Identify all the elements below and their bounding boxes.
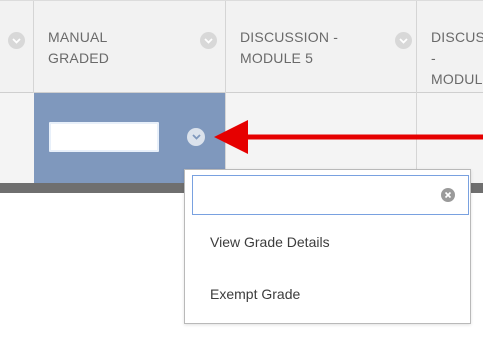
menu-search-box[interactable] <box>192 175 469 215</box>
column-header-manual-graded[interactable]: MANUAL GRADED <box>48 27 109 69</box>
menu-item-view-grade-details[interactable]: View Grade Details <box>210 233 330 251</box>
column-divider <box>416 1 417 94</box>
column-divider <box>225 1 226 94</box>
grade-cell-chevron-down-icon[interactable] <box>187 128 205 146</box>
column-menu-chevron-icon[interactable] <box>8 32 25 49</box>
menu-item-exempt-grade[interactable]: Exempt Grade <box>210 285 300 303</box>
arrow-annotation <box>214 120 483 154</box>
column-divider <box>33 1 34 94</box>
grid-header: MANUAL GRADED DISCUSSION - MODULE 5 DISC… <box>0 0 483 108</box>
manual-graded-chevron-down-icon[interactable] <box>200 32 217 49</box>
clear-icon[interactable] <box>441 188 455 202</box>
column-header-discussion-module-5[interactable]: DISCUSSION - MODULE 5 <box>240 27 338 69</box>
discussion-module-5-chevron-down-icon[interactable] <box>395 32 412 49</box>
grade-input[interactable] <box>49 122 159 152</box>
menu-search-input[interactable] <box>193 176 439 214</box>
